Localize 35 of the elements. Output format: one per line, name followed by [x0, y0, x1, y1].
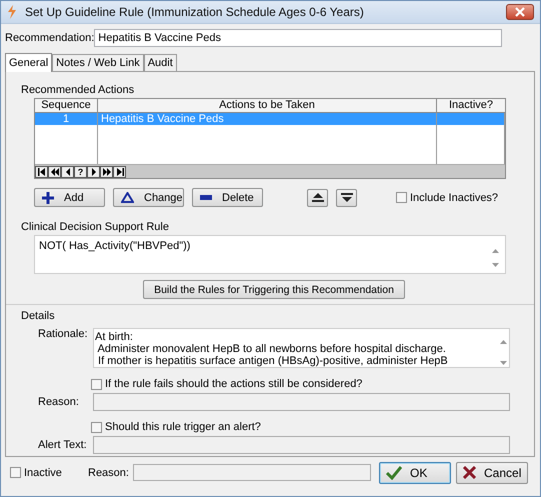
rationale-text: If mother is hepatitis surface antigen (HBsAg)-positive, administer HepB [97, 355, 449, 367]
tab[interactable]: Audit [144, 54, 177, 71]
section-heading: Clinical Decision Support Rule [21, 221, 170, 235]
tab[interactable]: General [5, 53, 52, 72]
build-rules-button[interactable]: Build the Rules for Triggering this Recommendation [143, 280, 405, 299]
reason-label: Reason: [37, 396, 80, 408]
rationale-text: Administer monovalent HepB to all newborns before hospital discharge. [96, 343, 447, 355]
delete-button[interactable]: Delete [192, 188, 263, 207]
rule-text: NOT( Has_Activity("HBVPed")) [39, 240, 192, 254]
navigator-button[interactable]: ? [74, 166, 87, 178]
checkbox-label: If the rule fails should the actions still be considered? [105, 378, 362, 390]
section-heading: Details [21, 310, 56, 324]
ok-button[interactable]: OK [379, 462, 451, 484]
alert-text-label: Alert Text: [37, 439, 88, 451]
rule-text-area[interactable]: NOT( Has_Activity("HBVPed")) [34, 235, 506, 274]
section-heading: Recommended Actions [21, 84, 136, 98]
change-button[interactable]: Change [113, 188, 184, 207]
add-button[interactable]: Add [34, 188, 105, 207]
cancel-button[interactable]: Cancel [456, 462, 528, 484]
window-title: Set Up Guideline Rule (Immunization Schedule Ages 0-6 Years) [25, 5, 365, 19]
tab[interactable]: Notes / Web Link [52, 54, 144, 71]
table-cell: 1 [35, 113, 98, 125]
reason-label: Reason: [88, 466, 130, 478]
recommendation-label: Recommendation: [5, 32, 94, 44]
rationale-text: At birth: [95, 331, 134, 343]
recommendation-field[interactable]: Hepatitis B Vaccine Peds [94, 29, 502, 47]
checkbox-label: Include Inactives? [410, 192, 498, 204]
table-cell: Hepatitis B Vaccine Peds [98, 113, 437, 125]
column-header[interactable]: Actions to be Taken [98, 99, 437, 112]
column-header[interactable]: Sequence [35, 99, 98, 112]
rationale-label: Rationale: [37, 328, 89, 342]
column-header[interactable]: Inactive? [437, 99, 505, 112]
checkbox-label: Inactive [24, 466, 62, 478]
rationale-text-area[interactable]: At birth: Administer monovalent HepB to all newborns before hospital discharge. If mother is hepatitis surface antigen (HBsAg)-positive, administer HepB [93, 328, 510, 368]
checkbox-label: Should this rule trigger an alert? [105, 421, 261, 433]
